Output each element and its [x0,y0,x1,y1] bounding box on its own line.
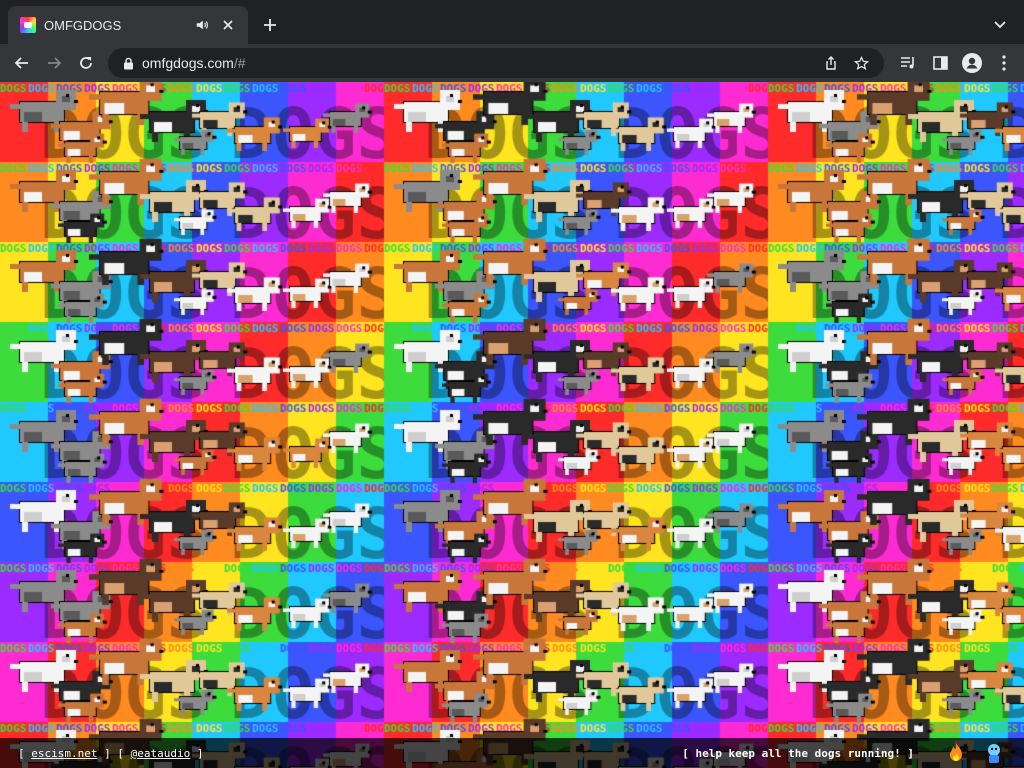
bracket-open-2: [ [117,746,124,760]
tab-title: OMFGDOGS [44,17,122,33]
profile-icon [962,53,982,73]
chevron-down-icon [994,21,1006,29]
donate-link[interactable]: [ help keep all the dogs running! ] [682,747,914,760]
mascot-sprite-icon[interactable] [982,741,1006,765]
back-button[interactable] [8,49,36,77]
reload-button[interactable] [72,49,100,77]
forward-icon [48,57,62,69]
tab-strip: OMFGDOGS [0,0,1024,44]
page-footer: [ escism.net ] [ @eataudio ] [ help keep… [0,738,1024,768]
plus-icon [264,19,276,31]
profile-button[interactable] [958,49,986,77]
escism-link[interactable]: escism.net [31,747,97,760]
footer-links: [ escism.net ] [ @eataudio ] [18,747,682,760]
star-icon[interactable] [848,50,874,76]
eataudio-link[interactable]: @eataudio [131,747,191,760]
url-text[interactable]: omfgdogs.com/# [142,55,814,71]
url-path: /# [233,55,246,71]
tab-search-button[interactable] [988,13,1012,37]
menu-button[interactable] [990,49,1018,77]
reload-icon [80,57,92,69]
close-icon[interactable] [218,15,238,35]
browser-tab[interactable]: OMFGDOGS [8,6,248,44]
bracket-open: [ [18,746,25,760]
side-panel-button[interactable] [926,49,954,77]
media-control-button[interactable] [894,49,922,77]
back-icon [14,57,28,69]
address-bar[interactable]: omfgdogs.com/# [108,48,884,78]
bracket-close-2: ] [196,746,204,760]
share-icon[interactable] [818,50,844,76]
page-content: [ escism.net ] [ @eataudio ] [ help keep… [0,82,1024,768]
media-control-icon [901,57,914,69]
new-tab-button[interactable] [258,13,282,37]
speaker-icon[interactable] [192,15,212,35]
side-panel-icon [932,56,948,70]
running-dogs-background [0,82,1024,768]
forward-button[interactable] [40,49,68,77]
lock-icon[interactable] [120,55,136,71]
flame-sprite-icon[interactable] [944,741,968,765]
bracket-close: ] [104,746,111,760]
menu-icon [1002,55,1006,71]
browser-toolbar: omfgdogs.com/# [0,44,1024,82]
url-host: omfgdogs.com [142,55,234,71]
omfgdogs-favicon-icon [20,17,36,33]
